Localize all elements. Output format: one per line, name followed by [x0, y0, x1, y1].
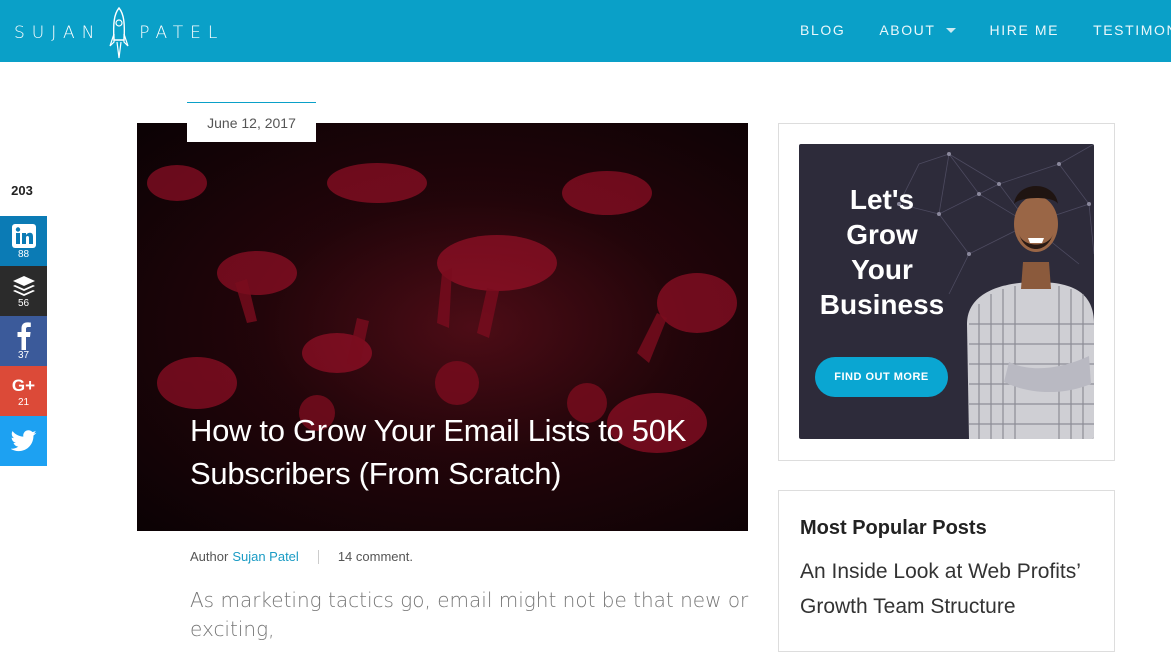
- twitter-icon: [10, 430, 36, 452]
- site-header: SUJAN PATEL BLOG ABOUT HIRE ME TESTIMON: [0, 0, 1171, 62]
- share-googleplus-button[interactable]: G+ 21: [0, 366, 47, 416]
- meta-divider: [317, 549, 319, 564]
- nav-hire-me[interactable]: HIRE ME: [990, 22, 1060, 38]
- post-excerpt: As marketing tactics go, email might not…: [190, 588, 749, 641]
- nav-testimonials[interactable]: TESTIMON: [1093, 22, 1171, 38]
- post-meta: Author Sujan Patel 14 comment.: [190, 549, 413, 564]
- share-facebook-button[interactable]: 37: [0, 316, 47, 366]
- nav-blog[interactable]: BLOG: [800, 22, 845, 38]
- ad-headline-line-3: Your: [851, 254, 913, 285]
- author-link[interactable]: Sujan Patel: [232, 549, 299, 564]
- linkedin-count: 88: [17, 248, 30, 260]
- googleplus-icon: G+: [11, 375, 36, 395]
- featured-post-image[interactable]: How to Grow Your Email Lists to 50K Subs…: [137, 123, 748, 531]
- chevron-down-icon: [945, 27, 956, 33]
- comment-count[interactable]: 14 comment.: [338, 549, 413, 564]
- ad-headline: Let's Grow Your Business: [819, 182, 945, 322]
- ad-headline-line-1: Let's: [849, 184, 915, 215]
- ad-headline-line-4: Business: [819, 289, 945, 320]
- person-photo: [967, 186, 1094, 439]
- logo-text-left: SUJAN: [14, 23, 102, 43]
- share-linkedin-button[interactable]: 88: [0, 216, 47, 266]
- main-nav: BLOG ABOUT HIRE ME TESTIMON: [800, 22, 1171, 38]
- author-label: Author: [190, 549, 229, 564]
- share-total-count: 203: [11, 183, 33, 198]
- popular-posts-widget: Most Popular Posts An Inside Look at Web…: [778, 490, 1115, 652]
- find-out-more-button[interactable]: FIND OUT MORE: [815, 357, 948, 397]
- site-logo[interactable]: SUJAN PATEL: [14, 6, 225, 59]
- share-buffer-button[interactable]: 56: [0, 266, 47, 316]
- buffer-count: 56: [17, 297, 30, 309]
- facebook-count: 37: [17, 349, 30, 361]
- post-date-badge: June 12, 2017: [187, 103, 316, 142]
- facebook-icon: [17, 321, 31, 350]
- nav-about[interactable]: ABOUT: [879, 22, 956, 38]
- sidebar-ad-widget: Let's Grow Your Business FIND OUT MORE: [778, 123, 1115, 461]
- grow-business-ad[interactable]: Let's Grow Your Business FIND OUT MORE: [799, 144, 1094, 439]
- ad-headline-line-2: Grow: [846, 219, 918, 250]
- nav-hire-me-label: HIRE ME: [989, 22, 1060, 38]
- popular-post-link[interactable]: An Inside Look at Web Profits’ Growth Te…: [800, 554, 1100, 624]
- buffer-icon: [12, 275, 35, 296]
- popular-posts-title: Most Popular Posts: [800, 517, 987, 539]
- share-twitter-button[interactable]: [0, 416, 47, 466]
- nav-blog-label: BLOG: [800, 22, 846, 38]
- googleplus-count: 21: [17, 396, 30, 408]
- post-title[interactable]: How to Grow Your Email Lists to 50K Subs…: [190, 409, 730, 495]
- nav-testimonials-label: TESTIMON: [1093, 22, 1171, 38]
- rocket-icon: [109, 6, 129, 59]
- nav-about-label: ABOUT: [879, 22, 936, 38]
- logo-text-right: PATEL: [139, 23, 225, 43]
- linkedin-icon: [11, 223, 36, 248]
